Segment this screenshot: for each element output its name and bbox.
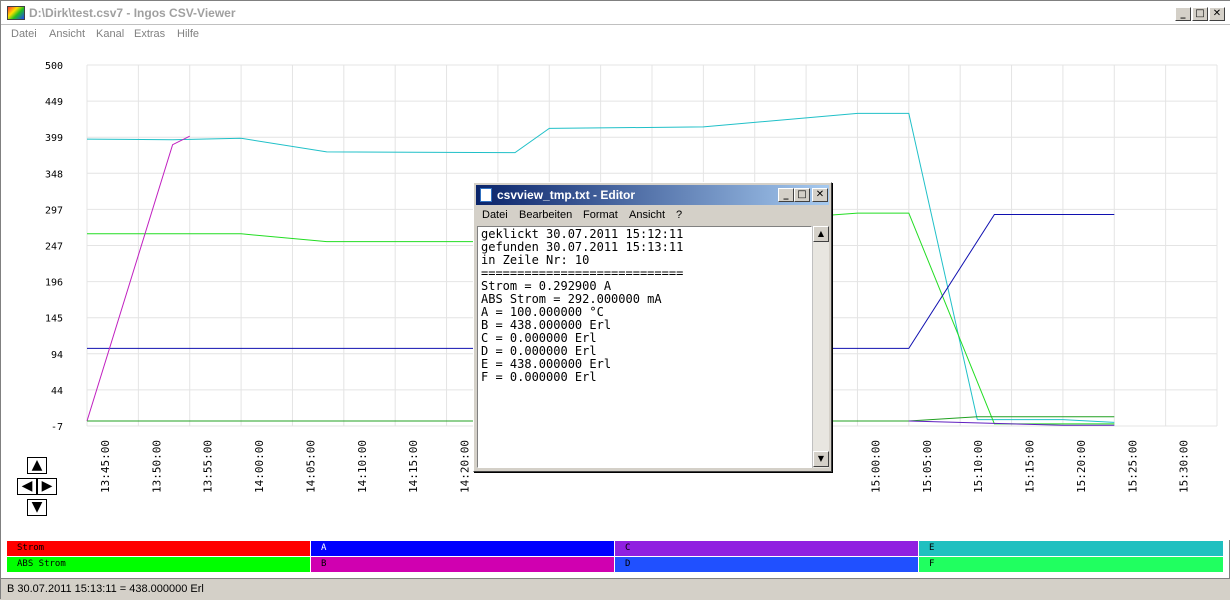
scroll-right-button[interactable]: ▶: [37, 478, 57, 495]
y-tick-label: 247: [45, 242, 63, 253]
close-button[interactable]: ✕: [1209, 7, 1225, 21]
menu-ansicht[interactable]: Ansicht: [49, 28, 85, 40]
legend-item-strom[interactable]: Strom: [7, 541, 310, 556]
maximize-button[interactable]: □: [1192, 7, 1208, 21]
editor-line: F = 0.000000 Erl: [481, 370, 597, 384]
legend-item-c[interactable]: C: [615, 541, 918, 556]
editor-menu-bar: Datei Bearbeiten Format Ansicht ?: [476, 206, 829, 225]
x-tick-label: 15:30:00: [1178, 440, 1191, 493]
arrow-down-icon: ▼: [31, 499, 43, 515]
legend-item-a[interactable]: A: [311, 541, 614, 556]
main-window: D:\Dirk\test.csv7 - Ingos CSV-Viewer _ □…: [0, 0, 1230, 600]
y-tick-label: 348: [45, 169, 63, 180]
scroll-up-button[interactable]: ▲: [27, 457, 47, 474]
y-tick-label: 44: [51, 386, 63, 397]
editor-text-area[interactable]: geklickt 30.07.2011 15:12:11 gefunden 30…: [477, 226, 812, 468]
x-tick-label: 14:15:00: [407, 440, 420, 493]
scroll-left-button[interactable]: ◀: [17, 478, 37, 495]
app-icon: [7, 6, 25, 20]
y-tick-label: 145: [45, 314, 63, 325]
channel-legend: Strom A C E ABS Strom B D F: [7, 541, 1223, 573]
status-bar: B 30.07.2011 15:13:11 = 438.000000 Erl: [1, 578, 1230, 600]
y-tick-label: -7: [51, 422, 63, 433]
y-tick-label: 94: [51, 350, 63, 361]
menu-datei[interactable]: Datei: [11, 28, 37, 40]
editor-menu-ansicht[interactable]: Ansicht: [629, 209, 665, 221]
y-tick-label: 449: [45, 97, 63, 108]
menu-bar: Datei Ansicht Kanal Extras Hilfe: [1, 25, 1230, 45]
menu-hilfe[interactable]: Hilfe: [177, 28, 199, 40]
menu-kanal[interactable]: Kanal: [96, 28, 124, 40]
editor-menu-datei[interactable]: Datei: [482, 209, 508, 221]
x-tick-label: 13:55:00: [202, 440, 215, 493]
y-tick-label: 500: [45, 61, 63, 72]
editor-scrollbar[interactable]: ▲ ▼: [812, 226, 829, 468]
x-tick-label: 15:00:00: [869, 440, 882, 493]
status-text: B 30.07.2011 15:13:11 = 438.000000 Erl: [7, 583, 204, 595]
scroll-down-arrow-icon[interactable]: ▼: [813, 451, 829, 467]
legend-item-b[interactable]: B: [311, 557, 614, 572]
notepad-icon: [480, 188, 492, 202]
editor-menu-help[interactable]: ?: [676, 209, 682, 221]
editor-menu-bearbeiten[interactable]: Bearbeiten: [519, 209, 572, 221]
editor-close-button[interactable]: ✕: [812, 188, 828, 202]
y-tick-label: 297: [45, 205, 63, 216]
legend-item-abs-strom[interactable]: ABS Strom: [7, 557, 310, 572]
scroll-up-arrow-icon[interactable]: ▲: [813, 226, 829, 242]
editor-maximize-button[interactable]: □: [794, 188, 810, 202]
legend-item-e[interactable]: E: [919, 541, 1223, 556]
navigation-pad: ▲ ◀ ▶ ▼: [17, 457, 59, 519]
editor-window: csvview_tmp.txt - Editor _ □ ✕ Datei Bea…: [473, 182, 832, 472]
x-tick-label: 15:05:00: [921, 440, 934, 493]
editor-menu-format[interactable]: Format: [583, 209, 618, 221]
window-title: D:\Dirk\test.csv7 - Ingos CSV-Viewer: [29, 6, 236, 20]
x-tick-label: 15:25:00: [1126, 440, 1139, 493]
editor-minimize-button[interactable]: _: [778, 188, 794, 202]
x-tick-label: 14:00:00: [253, 440, 266, 493]
y-tick-label: 196: [45, 278, 63, 289]
menu-extras[interactable]: Extras: [134, 28, 165, 40]
legend-item-d[interactable]: D: [615, 557, 918, 572]
x-tick-label: 15:10:00: [972, 440, 985, 493]
y-tick-label: 399: [45, 133, 63, 144]
arrow-left-icon: ◀: [21, 478, 33, 494]
x-tick-label: 15:20:00: [1075, 440, 1088, 493]
title-bar[interactable]: D:\Dirk\test.csv7 - Ingos CSV-Viewer _ □…: [1, 1, 1230, 25]
editor-title-bar[interactable]: csvview_tmp.txt - Editor _ □ ✕: [476, 185, 829, 205]
scroll-down-button[interactable]: ▼: [27, 499, 47, 516]
arrow-right-icon: ▶: [41, 478, 53, 494]
x-tick-label: 14:05:00: [304, 440, 317, 493]
legend-item-f[interactable]: F: [919, 557, 1223, 572]
x-tick-label: 15:15:00: [1024, 440, 1037, 493]
x-tick-label: 13:50:00: [150, 440, 163, 493]
x-tick-label: 14:20:00: [459, 440, 472, 493]
x-tick-label: 13:45:00: [99, 440, 112, 493]
x-tick-label: 14:10:00: [356, 440, 369, 493]
minimize-button[interactable]: _: [1175, 7, 1191, 21]
editor-title: csvview_tmp.txt - Editor: [497, 188, 636, 202]
arrow-up-icon: ▲: [31, 457, 43, 473]
